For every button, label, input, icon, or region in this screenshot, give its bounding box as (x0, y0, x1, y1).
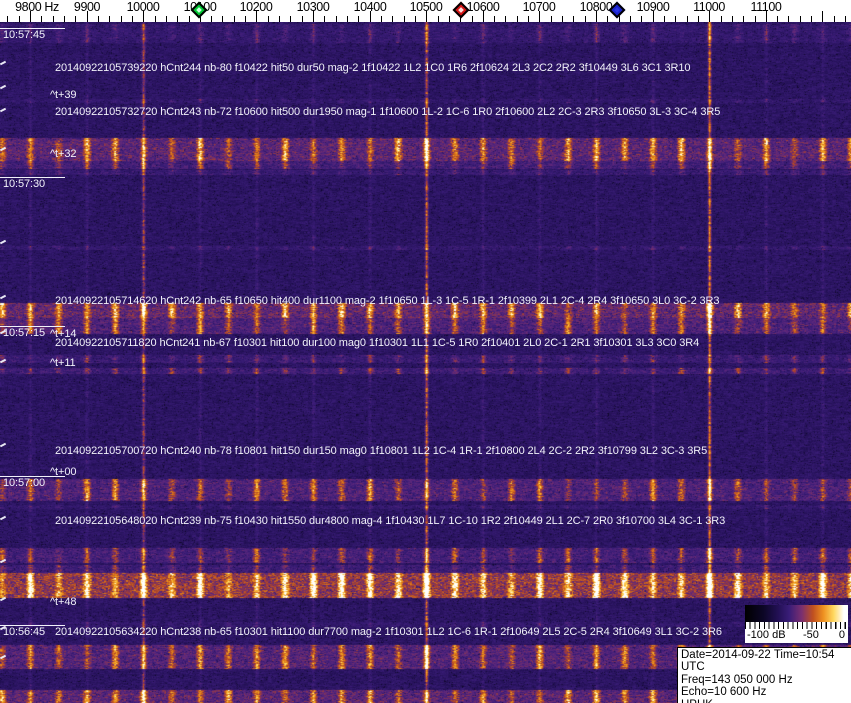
freq-tick (834, 16, 835, 22)
freq-tick (641, 16, 642, 22)
freq-label: 10000 (127, 0, 160, 14)
color-scale-ticks (745, 622, 848, 629)
freq-tick (381, 16, 382, 22)
blue-diamond-center (614, 7, 620, 13)
info-line: Freq=143 050 000 Hz (681, 674, 849, 686)
freq-tick (98, 16, 99, 22)
spectrogram-canvas (0, 22, 851, 703)
freq-tick (41, 16, 42, 22)
freq-tick (189, 16, 190, 22)
freq-tick (132, 16, 133, 22)
color-scale-legend: -100 dB -50 0 (745, 605, 848, 643)
freq-tick (19, 16, 20, 22)
freq-tick (517, 16, 518, 22)
db-label-mid: -50 (803, 629, 819, 642)
freq-tick (698, 16, 699, 22)
freq-tick (743, 16, 744, 22)
freq-tick (166, 16, 167, 22)
freq-label: 11100 (751, 0, 782, 14)
freq-tick (302, 16, 303, 22)
freq-label: 9900 (74, 0, 100, 14)
freq-label: 10500 (410, 0, 443, 14)
freq-tick (211, 16, 212, 22)
freq-tick (472, 16, 473, 22)
info-box: Date=2014-09-22 Time=10:54 UTCFreq=143 0… (677, 647, 851, 703)
freq-tick (664, 16, 665, 22)
freq-tick (777, 16, 778, 22)
frequency-axis: 9800 Hz990010000101001020010300104001050… (0, 0, 851, 22)
freq-tick (551, 16, 552, 22)
freq-tick (336, 16, 337, 22)
freq-tick (822, 11, 823, 22)
green-diamond-center (196, 7, 202, 13)
freq-tick (7, 16, 8, 22)
freq-tick (607, 16, 608, 22)
freq-tick (121, 16, 122, 22)
red-diamond-center (458, 7, 464, 13)
freq-tick (788, 16, 789, 22)
freq-tick (630, 16, 631, 22)
freq-tick (755, 16, 756, 22)
freq-tick (415, 16, 416, 22)
freq-tick (155, 16, 156, 22)
freq-tick (404, 16, 405, 22)
freq-tick (619, 16, 620, 22)
freq-tick (109, 16, 110, 22)
freq-tick (392, 16, 393, 22)
freq-label: 10400 (354, 0, 387, 14)
freq-tick (177, 16, 178, 22)
freq-tick (53, 16, 54, 22)
freq-label: 10900 (637, 0, 670, 14)
db-label-min: -100 dB (747, 629, 786, 642)
info-line: Echo=10 600 Hz (681, 686, 849, 698)
freq-tick (562, 16, 563, 22)
freq-tick (245, 16, 246, 22)
freq-label: 10700 (523, 0, 556, 14)
freq-tick (811, 16, 812, 22)
info-line: HPHK (681, 699, 849, 703)
freq-tick (268, 16, 269, 22)
freq-tick (438, 16, 439, 22)
freq-label: 9800 Hz (15, 0, 59, 14)
color-scale-labels: -100 dB -50 0 (745, 629, 848, 643)
freq-label: 10200 (240, 0, 273, 14)
color-scale-gradient (745, 605, 848, 622)
freq-tick (64, 16, 65, 22)
freq-tick (234, 16, 235, 22)
freq-label: 10600 (467, 0, 500, 14)
spectrogram-app-window: 9800 Hz990010000101001020010300104001050… (0, 0, 851, 703)
freq-tick (687, 16, 688, 22)
freq-tick (324, 16, 325, 22)
freq-tick (585, 16, 586, 22)
freq-tick (732, 16, 733, 22)
freq-tick (279, 16, 280, 22)
freq-tick (449, 16, 450, 22)
freq-tick (75, 16, 76, 22)
freq-label: 10800 (580, 0, 613, 14)
info-line: Date=2014-09-22 Time=10:54 UTC (681, 649, 849, 674)
freq-tick (721, 16, 722, 22)
freq-tick (800, 16, 801, 22)
freq-tick (290, 16, 291, 22)
freq-label: 11000 (693, 0, 725, 14)
freq-tick (347, 16, 348, 22)
freq-tick (222, 16, 223, 22)
freq-tick (528, 16, 529, 22)
freq-tick (494, 16, 495, 22)
freq-tick (358, 16, 359, 22)
db-label-max: 0 (839, 629, 845, 642)
freq-tick (675, 16, 676, 22)
freq-tick (505, 16, 506, 22)
freq-label: 10300 (297, 0, 330, 14)
freq-tick (845, 16, 846, 22)
freq-tick (573, 16, 574, 22)
